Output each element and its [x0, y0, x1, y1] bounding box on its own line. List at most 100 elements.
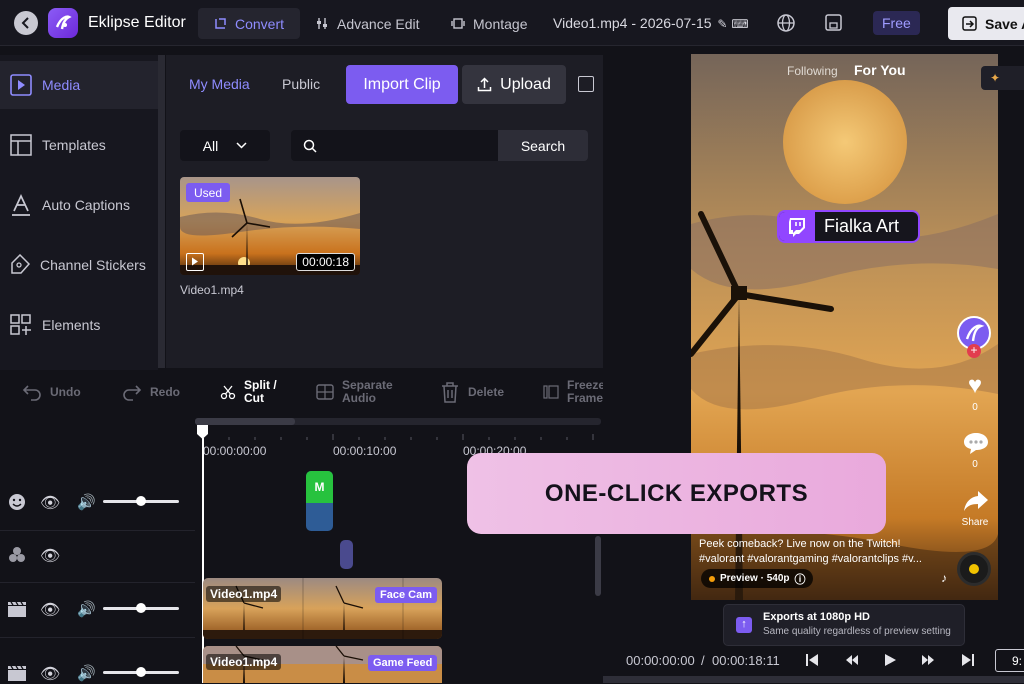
sidebar-item-elements[interactable]: Elements [0, 301, 158, 349]
sparkle-icon[interactable]: ✦ [981, 66, 1024, 90]
timeline-scrollbar[interactable] [195, 418, 601, 425]
globe-icon[interactable] [776, 13, 796, 38]
save-disk-icon[interactable] [824, 13, 843, 37]
skip-end-icon[interactable] [961, 653, 975, 672]
search-icon [303, 139, 317, 153]
feed-tab-following[interactable]: Following [787, 64, 838, 78]
redo-icon [123, 385, 142, 401]
elements-icon [10, 314, 31, 335]
aspect-ratio-select[interactable]: 9: [995, 649, 1024, 672]
eye-icon[interactable]: 👁 [40, 600, 60, 620]
volume-slider[interactable] [103, 496, 179, 506]
sidebar-item-label: Templates [42, 137, 106, 153]
filter-dropdown[interactable]: All [180, 130, 270, 161]
play-button-icon[interactable] [883, 653, 897, 672]
time-separator: / [701, 653, 705, 668]
timeline-vertical-scrollbar[interactable] [595, 536, 601, 596]
redo-label: Redo [150, 385, 180, 399]
tab-public[interactable]: Public [282, 76, 320, 92]
search-input[interactable] [291, 130, 499, 161]
freeze-frame-button[interactable]: Freeze Frame [543, 374, 611, 410]
convert-icon [215, 18, 226, 29]
play-icon [186, 253, 204, 271]
comment-icon[interactable] [963, 431, 989, 460]
timeline-scrollbar-thumb[interactable] [195, 418, 295, 425]
sticker-clip[interactable]: M [306, 471, 333, 531]
clapper-icon [8, 665, 26, 681]
sidebar-item-auto-captions[interactable]: Auto Captions [0, 181, 158, 229]
undo-label: Undo [50, 385, 81, 399]
volume-slider[interactable] [103, 667, 179, 677]
search-button[interactable]: Search [498, 130, 588, 161]
volume-slider[interactable] [103, 603, 179, 613]
upload-button[interactable]: Upload [462, 65, 566, 104]
music-note-icon: ♪ [941, 571, 947, 585]
eye-icon[interactable]: 👁 [40, 664, 60, 684]
volume-slider-knob[interactable] [136, 667, 146, 677]
split-cut-button[interactable]: Split / Cut [220, 374, 286, 410]
arrow-up-icon: ↑ [736, 617, 752, 633]
plan-badge[interactable]: Free [873, 11, 920, 35]
tab-convert[interactable]: Convert [198, 8, 301, 39]
current-time: 00:00:00:00 [626, 653, 695, 668]
chevron-left-icon [21, 17, 29, 29]
split-cut-label: Split / Cut [244, 378, 277, 405]
tab-my-media[interactable]: My Media [189, 76, 250, 92]
sliders-icon [317, 18, 327, 29]
freeze-frame-icon [543, 385, 559, 399]
video-clip-game-feed[interactable]: Video1.mp4 Game Feed [203, 646, 442, 683]
volume-icon[interactable]: 🔊 [77, 600, 96, 618]
scissors-icon [220, 385, 236, 400]
step-forward-icon[interactable] [921, 653, 935, 672]
back-button[interactable] [14, 11, 38, 35]
top-bar: Eklipse Editor Convert Advance Edit Mont… [0, 0, 1024, 46]
element-clip[interactable] [340, 540, 353, 569]
sidebar-item-templates[interactable]: Templates [0, 121, 158, 169]
separate-audio-button[interactable]: Separate Audio [316, 374, 398, 410]
step-back-icon[interactable] [845, 653, 859, 672]
heart-icon[interactable]: ♥ [961, 372, 989, 400]
trash-icon [442, 382, 458, 403]
music-disc-icon[interactable] [957, 552, 991, 586]
tab-montage[interactable]: Montage [435, 8, 543, 39]
volume-slider-knob[interactable] [136, 496, 146, 506]
tab-advance-edit[interactable]: Advance Edit [300, 8, 436, 39]
share-icon[interactable] [963, 490, 989, 517]
chevron-down-icon [236, 142, 247, 149]
skip-start-icon[interactable] [805, 653, 819, 672]
video-clip-face-cam[interactable]: Video1.mp4 Face Cam [203, 578, 442, 639]
share-label: Share [961, 517, 989, 528]
preview-quality-pill[interactable]: Preview · 540p ⓘ [701, 569, 814, 588]
export-quality-note: ↑ Exports at 1080p HD Same quality regar… [723, 604, 965, 646]
channel-sticker[interactable]: Fialka Art [777, 210, 920, 243]
follow-plus-icon[interactable]: + [967, 344, 981, 358]
sidebar-item-channel-stickers[interactable]: Channel Stickers [0, 241, 158, 289]
project-filename-text: Video1.mp4 - 2026-07-15 [553, 15, 712, 31]
clip-filename: Video1.mp4 [180, 283, 244, 297]
undo-button[interactable]: Undo [22, 374, 81, 410]
volume-icon[interactable]: 🔊 [77, 664, 96, 682]
media-clip-thumbnail[interactable]: Used 00:00:18 [180, 177, 360, 275]
import-clip-button[interactable]: Import Clip [346, 65, 458, 104]
ruler-tick-label: 00:00:00:00 [203, 444, 267, 458]
preview-scrollbar[interactable] [603, 676, 1024, 683]
comments-count: 0 [972, 459, 978, 470]
eye-icon[interactable]: 👁 [40, 546, 60, 566]
sidebar-scrollbar[interactable] [158, 55, 165, 368]
eye-icon[interactable]: 👁 [40, 493, 60, 513]
likes-count: 0 [972, 402, 978, 413]
clip-layer-label: Game Feed [368, 655, 438, 671]
redo-button[interactable]: Redo [122, 374, 180, 410]
sidebar-item-media[interactable]: Media [0, 61, 158, 109]
save-button[interactable]: Save A [948, 7, 1024, 40]
delete-button[interactable]: Delete [440, 374, 504, 410]
volume-icon[interactable]: 🔊 [77, 493, 96, 511]
project-filename[interactable]: Video1.mp4 - 2026-07-15 ✎ ⌨ [553, 15, 749, 31]
select-all-checkbox[interactable] [578, 76, 594, 92]
volume-slider-knob[interactable] [136, 603, 146, 613]
feed-tab-for-you[interactable]: For You [854, 62, 906, 78]
info-icon[interactable]: ⓘ [794, 571, 805, 587]
track-header-emoji: 👁 🔊 [0, 476, 195, 531]
keyboard-icon[interactable]: ⌨ [731, 17, 748, 31]
edit-pencil-icon[interactable]: ✎ [717, 17, 727, 31]
